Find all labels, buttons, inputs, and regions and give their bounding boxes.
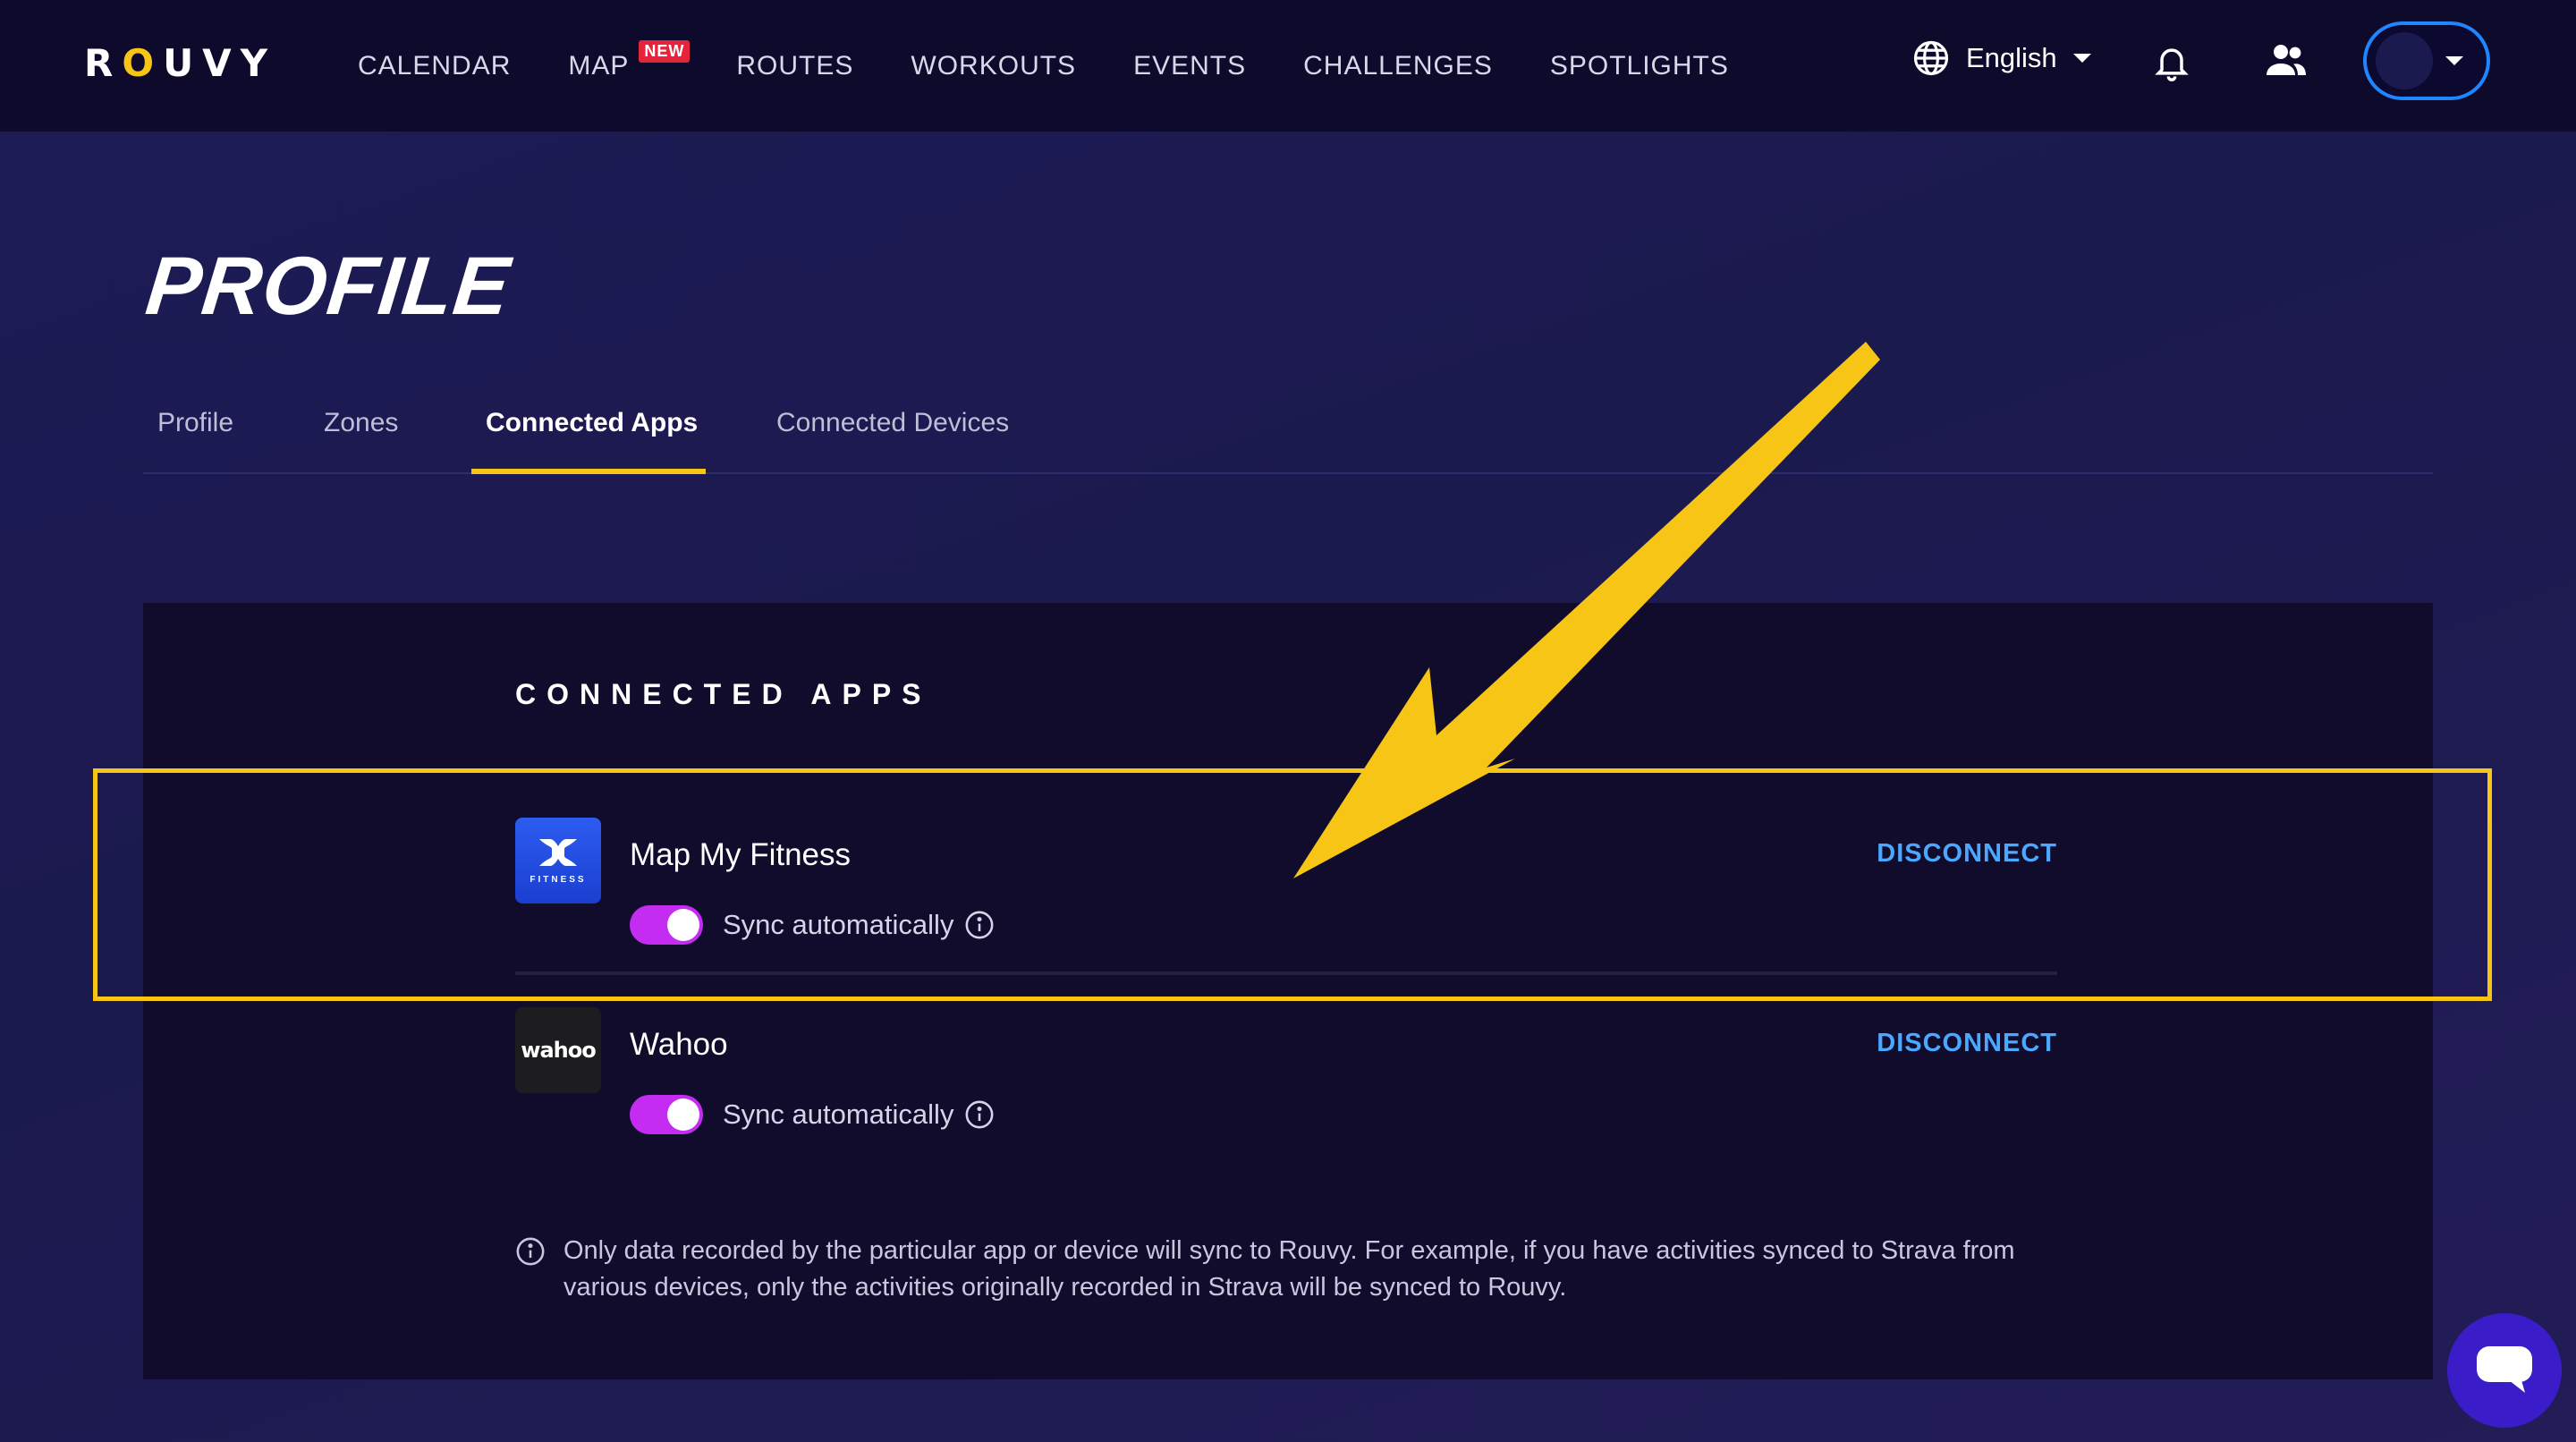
highlight-box [93,768,2492,1001]
account-menu-button[interactable] [2363,21,2490,100]
chevron-down-icon [2445,56,2463,65]
nav-item-routes[interactable]: ROUTES [736,51,853,81]
tab-connected-apps[interactable]: Connected Apps [486,408,698,438]
wahoo-logo-text: wahoo [521,1038,596,1063]
toggle-knob [667,1098,699,1131]
new-badge: NEW [639,39,691,63]
bell-icon [2155,48,2189,81]
active-tab-indicator [471,469,706,474]
tab-profile[interactable]: Profile [157,408,233,438]
nav-item-events[interactable]: EVENTS [1133,51,1246,81]
sync-footnote: Only data recorded by the particular app… [515,1233,2089,1306]
rouvy-logo[interactable]: ROUVY [84,41,276,85]
nav-item-map-label: MAP [568,50,630,81]
tab-connected-devices[interactable]: Connected Devices [776,408,1009,438]
section-heading: CONNECTED APPS [515,678,932,710]
avatar [2376,32,2433,89]
app-name: Wahoo [630,1027,728,1062]
sync-setting: Sync automatically [630,1095,995,1134]
chat-support-button[interactable] [2447,1313,2562,1428]
sync-toggle[interactable] [630,1095,703,1134]
sync-label: Sync automatically [723,1098,954,1130]
globe-icon [1913,40,1949,76]
info-icon[interactable] [964,1099,995,1130]
nav-item-map[interactable]: MAP NEW [568,39,691,81]
chevron-down-icon [2072,54,2091,63]
people-icon [2267,45,2306,75]
page-title: PROFILE [141,241,515,332]
top-navigation: ROUVY CALENDAR MAP NEW ROUTES WORKOUTS E… [0,0,2576,131]
notifications-button[interactable] [2152,41,2191,87]
language-selector[interactable]: English [1912,39,2091,77]
friends-button[interactable] [2265,43,2308,83]
nav-item-calendar[interactable]: CALENDAR [358,51,511,81]
language-label: English [1966,42,2057,73]
nav-item-spotlights[interactable]: SPOTLIGHTS [1550,51,1729,81]
disconnect-button[interactable]: DISCONNECT [1877,1029,2057,1058]
app-row-wahoo: wahoo Wahoo DISCONNECT Sync automaticall… [515,1007,2057,1177]
nav-item-challenges[interactable]: CHALLENGES [1303,51,1493,81]
main-menu: CALENDAR MAP NEW ROUTES WORKOUTS EVENTS … [358,0,1786,131]
info-icon [516,1237,545,1266]
profile-tabs: Profile Zones Connected Apps Connected D… [143,394,2433,474]
tab-zones[interactable]: Zones [324,408,398,438]
footnote-text: Only data recorded by the particular app… [564,1236,2015,1302]
wahoo-logo: wahoo [515,1007,601,1093]
nav-item-workouts[interactable]: WORKOUTS [911,51,1076,81]
chat-icon [2477,1346,2532,1393]
